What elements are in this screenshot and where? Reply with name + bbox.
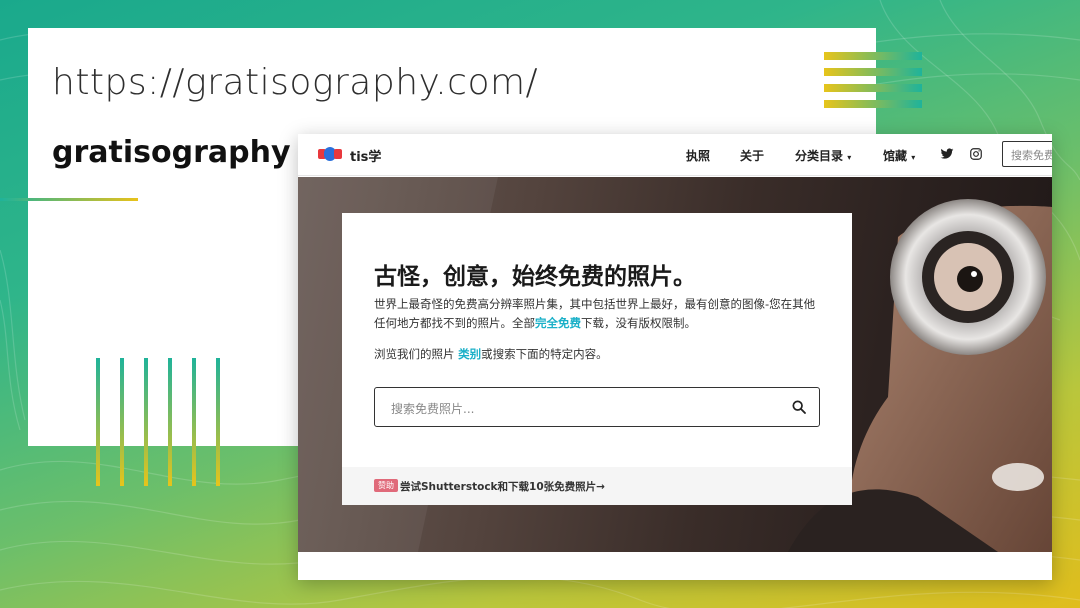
horizontal-bar bbox=[824, 52, 922, 60]
vertical-bar bbox=[216, 358, 220, 486]
website-screenshot: tis学 执照 关于 分类目录 ▾ 馆藏 ▾ 搜索免费 古怪，创意，始终免费的照… bbox=[298, 134, 1052, 580]
nav-item-collections-label: 馆藏 bbox=[883, 149, 908, 163]
sponsor-badge: 赞助 bbox=[374, 479, 398, 492]
horizontal-bar bbox=[824, 84, 922, 92]
chevron-down-icon: ▾ bbox=[847, 153, 852, 162]
desc-highlight-free: 完全免费 bbox=[535, 316, 581, 330]
browse-text-1: 浏览我们的照片 bbox=[374, 347, 459, 361]
vertical-bar bbox=[144, 358, 148, 486]
nav-search-input[interactable]: 搜索免费 bbox=[1002, 141, 1052, 167]
vertical-bars-decoration bbox=[96, 358, 228, 486]
hero-section: 古怪，创意，始终免费的照片。 世界上最奇怪的免费高分辨率照片集，其中包括世界上最… bbox=[298, 177, 1052, 552]
accent-underline bbox=[0, 198, 138, 201]
desc-text-2: 下载，没有版权限制。 bbox=[581, 316, 696, 330]
instagram-icon[interactable] bbox=[969, 147, 983, 161]
categories-link[interactable]: 类别 bbox=[458, 347, 481, 361]
hero-description: 世界上最奇怪的免费高分辨率照片集，其中包括世界上最好，最有创意的图像-您在其他任… bbox=[374, 295, 824, 333]
browse-line: 浏览我们的照片 类别或搜索下面的特定内容。 bbox=[374, 346, 608, 362]
site-logo-icon[interactable] bbox=[318, 147, 342, 161]
twitter-icon[interactable] bbox=[940, 147, 954, 161]
horizontal-bar bbox=[824, 100, 922, 108]
nav-item-collections[interactable]: 馆藏 ▾ bbox=[883, 147, 915, 164]
search-placeholder: 搜索免费照片... bbox=[391, 402, 475, 416]
site-navbar: tis学 执照 关于 分类目录 ▾ 馆藏 ▾ 搜索免费 bbox=[298, 134, 1052, 176]
site-logo-text[interactable]: tis学 bbox=[350, 146, 381, 165]
search-icon[interactable] bbox=[791, 399, 807, 415]
nav-item-categories-label: 分类目录 bbox=[795, 149, 844, 163]
horizontal-bar bbox=[824, 68, 922, 76]
hero-search-input[interactable]: 搜索免费照片... bbox=[374, 387, 820, 427]
sponsor-bar[interactable]: 赞助 尝试Shutterstock和下载10张免费照片→ bbox=[342, 467, 852, 505]
page-footer-strip bbox=[298, 552, 1052, 580]
vertical-bar bbox=[168, 358, 172, 486]
vertical-bar bbox=[192, 358, 196, 486]
hero-headline: 古怪，创意，始终免费的照片。 bbox=[374, 264, 696, 290]
url-title: https://gratisography.com/ bbox=[52, 62, 539, 103]
vertical-bar bbox=[96, 358, 100, 486]
vertical-bar bbox=[120, 358, 124, 486]
horizontal-bars-decoration bbox=[824, 52, 922, 110]
chevron-down-icon: ▾ bbox=[911, 153, 916, 162]
nav-item-license[interactable]: 执照 bbox=[686, 147, 710, 164]
sponsor-link[interactable]: 尝试Shutterstock和下载10张免费照片→ bbox=[400, 479, 605, 494]
nav-item-categories[interactable]: 分类目录 ▾ bbox=[795, 147, 851, 164]
site-name: gratisography bbox=[52, 135, 291, 170]
browse-text-2: 或搜索下面的特定内容。 bbox=[481, 347, 608, 361]
nav-item-about[interactable]: 关于 bbox=[740, 147, 764, 164]
hero-card: 古怪，创意，始终免费的照片。 世界上最奇怪的免费高分辨率照片集，其中包括世界上最… bbox=[342, 213, 852, 505]
